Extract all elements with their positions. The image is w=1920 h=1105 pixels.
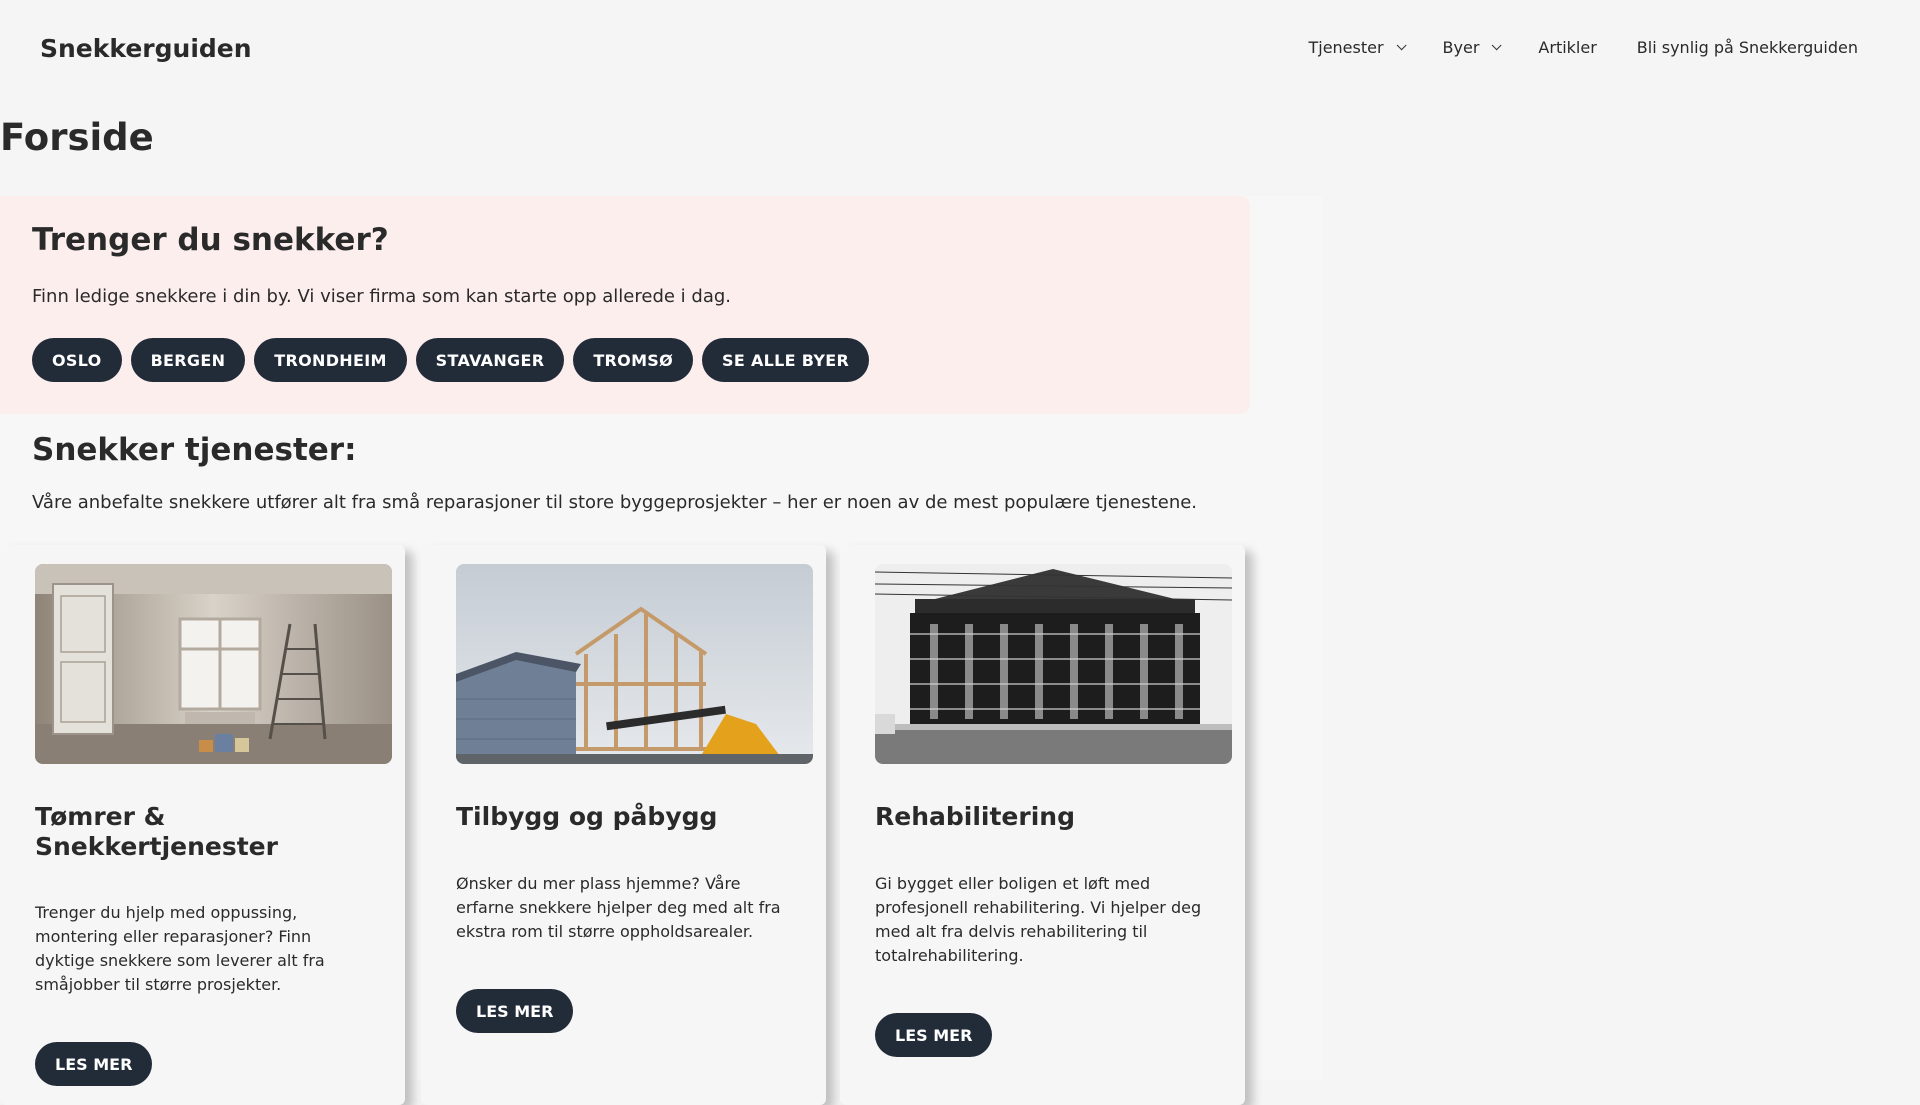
city-button-bergen[interactable]: BERGEN	[130, 338, 246, 382]
read-more-button[interactable]: LES MER	[875, 1013, 993, 1057]
main-nav: Tjenester Byer Artikler Bli synlig på Sn…	[1288, 38, 1878, 57]
city-button-stavanger[interactable]: STAVANGER	[415, 338, 565, 382]
nav-item-label: Bli synlig på Snekkerguiden	[1636, 38, 1858, 57]
city-buttons: OSLO BERGEN TRONDHEIM STAVANGER TROMSØ S…	[32, 338, 870, 382]
services-intro: Våre anbefalte snekkere utfører alt fra …	[32, 492, 1198, 513]
nav-item-byer[interactable]: Byer	[1423, 38, 1519, 57]
service-image-building-scaffold	[875, 564, 1232, 764]
nav-item-tjenester[interactable]: Tjenester	[1288, 38, 1422, 57]
service-image-interior	[35, 564, 392, 764]
city-button-oslo[interactable]: OSLO	[32, 338, 122, 382]
page-title: Forside	[0, 116, 154, 159]
service-card-text: Ønsker du mer plass hjemme? Våre erfarne…	[456, 874, 781, 941]
city-button-trondheim[interactable]: TRONDHEIM	[254, 338, 407, 382]
chevron-down-icon	[1492, 40, 1502, 51]
see-all-cities-button[interactable]: SE ALLE BYER	[702, 338, 870, 382]
nav-item-bli-synlig[interactable]: Bli synlig på Snekkerguiden	[1617, 38, 1878, 57]
nav-item-label: Artikler	[1538, 38, 1597, 57]
service-card-text: Gi bygget eller boligen et løft med prof…	[875, 874, 1202, 965]
site-logo[interactable]: Snekkerguiden	[40, 34, 252, 63]
nav-item-label: Tjenester	[1308, 38, 1384, 57]
nav-item-label: Byer	[1442, 38, 1480, 57]
services-title: Snekker tjenester:	[32, 432, 357, 468]
service-card-tilbygg: Tilbygg og påbygg Ønsker du mer plass hj…	[421, 545, 826, 1105]
hero-title: Trenger du snekker?	[32, 222, 389, 258]
read-more-button[interactable]: LES MER	[35, 1042, 153, 1086]
service-card-rehabilitering: Rehabilitering Gi bygget eller boligen e…	[840, 545, 1245, 1105]
nav-item-artikler[interactable]: Artikler	[1518, 38, 1616, 57]
service-card-text: Trenger du hjelp med oppussing, monterin…	[35, 903, 325, 994]
read-more-button[interactable]: LES MER	[456, 989, 574, 1033]
service-card-title: Tømrer & Snekkertjenester	[35, 802, 278, 861]
site-header: Snekkerguiden Tjenester Byer Artikler Bl…	[0, 0, 1920, 98]
hero-box: Trenger du snekker? Finn ledige snekkere…	[0, 196, 1250, 414]
service-card-title: Rehabilitering	[875, 802, 1075, 831]
service-card-title: Tilbygg og påbygg	[456, 802, 718, 831]
city-button-tromso[interactable]: TROMSØ	[573, 338, 694, 382]
hero-text: Finn ledige snekkere i din by. Vi viser …	[32, 286, 732, 307]
service-image-extension	[456, 564, 813, 764]
service-card-tomrer: Tømrer & Snekkertjenester Trenger du hje…	[0, 545, 405, 1105]
chevron-down-icon	[1396, 40, 1407, 51]
